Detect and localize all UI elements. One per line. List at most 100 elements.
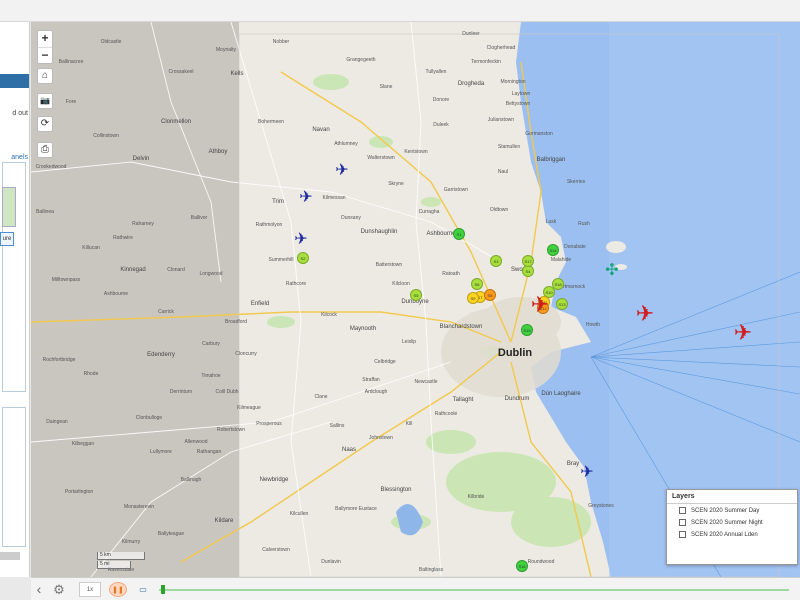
scale-mi: 5 mi bbox=[97, 561, 131, 569]
place-label: Calverstown bbox=[262, 547, 290, 553]
place-label: Kilcloon bbox=[392, 281, 410, 287]
place-label: Ballivor bbox=[190, 215, 208, 221]
panel-thumbnail bbox=[2, 187, 16, 227]
place-label: Clogherhead bbox=[486, 45, 516, 51]
chevron-left-icon[interactable]: ‹ bbox=[35, 582, 43, 597]
monitor-marker[interactable]: S6 bbox=[471, 278, 483, 290]
place-label: Greystones bbox=[588, 503, 614, 509]
monitor-marker[interactable]: S2 bbox=[297, 252, 309, 264]
layer-toggle[interactable]: SCEN 2020 Annual Lden bbox=[667, 528, 797, 540]
monitor-marker[interactable]: S14 bbox=[547, 244, 559, 256]
monitor-marker[interactable]: S1 bbox=[453, 228, 465, 240]
monitor-marker[interactable]: S9 bbox=[467, 292, 479, 304]
place-label: Walterstown bbox=[367, 155, 395, 161]
place-label: Laytown bbox=[511, 91, 531, 97]
timeline-handle[interactable] bbox=[161, 585, 165, 594]
aircraft-icon[interactable]: ✈ bbox=[734, 322, 752, 344]
place-label: Ballinea bbox=[36, 209, 54, 215]
place-label: Rathcore bbox=[285, 281, 307, 287]
aircraft-icon[interactable]: ✈ bbox=[299, 190, 312, 206]
pause-button[interactable]: ❚❚ bbox=[109, 582, 127, 597]
place-label: Clane bbox=[314, 394, 328, 400]
place-label: Kildare bbox=[214, 518, 234, 524]
aircraft-icon[interactable]: ✈ bbox=[636, 303, 654, 325]
place-label: Termonfeckin bbox=[471, 59, 501, 65]
helicopter-icon[interactable]: ✣ bbox=[605, 263, 618, 279]
place-label: Ardclough bbox=[364, 389, 388, 395]
place-label: Dunsany bbox=[341, 215, 361, 221]
place-label: Celbridge bbox=[374, 359, 396, 365]
aircraft-icon[interactable]: ✈ bbox=[335, 163, 348, 179]
monitor-marker[interactable]: S17 bbox=[522, 255, 534, 267]
place-label: Ashbourne bbox=[426, 231, 456, 237]
layer-toggle[interactable]: SCEN 2020 Summer Night bbox=[667, 516, 797, 528]
place-label: Oldtown bbox=[489, 207, 509, 213]
place-label: Tallaght bbox=[452, 397, 474, 403]
place-label: Kilcullen bbox=[289, 511, 309, 517]
layer-checkbox[interactable] bbox=[679, 519, 686, 526]
monitor-marker[interactable]: S16 bbox=[516, 560, 528, 572]
place-label: Oldcastle bbox=[100, 39, 122, 45]
camera-icon[interactable]: 📷 bbox=[37, 93, 53, 109]
place-label: Longwood bbox=[199, 271, 223, 277]
left-side-panel: d out anels ure bbox=[0, 22, 30, 577]
monitor-marker[interactable]: S18 bbox=[552, 278, 564, 290]
panel-text-fragment-2[interactable]: anels bbox=[0, 154, 29, 161]
layer-checkbox[interactable] bbox=[679, 507, 686, 514]
home-icon[interactable]: ⌂ bbox=[37, 68, 53, 84]
place-label: Kells bbox=[230, 71, 244, 77]
place-label: Clonmellon bbox=[160, 119, 192, 125]
aircraft-icon[interactable]: ✈ bbox=[531, 294, 549, 316]
place-label: Killucan bbox=[82, 245, 100, 251]
place-label: Nobber bbox=[272, 39, 290, 45]
scale-bar: 5 km 5 mi bbox=[97, 552, 145, 570]
place-label: Rathwire bbox=[113, 235, 133, 241]
place-label: Ballinagh bbox=[180, 477, 202, 483]
place-label: Enfield bbox=[250, 301, 270, 307]
place-label: Dunlavin bbox=[321, 559, 341, 565]
panel-scrollbar[interactable] bbox=[0, 552, 20, 560]
monitor-marker[interactable]: S13 bbox=[556, 298, 568, 310]
place-label: Derrinturn bbox=[169, 389, 193, 395]
place-label: Ballinacree bbox=[58, 59, 84, 65]
monitor-marker[interactable]: S5 bbox=[410, 289, 422, 301]
monitor-marker[interactable]: S8 bbox=[484, 289, 496, 301]
monitor-marker[interactable]: S3 bbox=[490, 255, 502, 267]
aircraft-icon[interactable]: ✈ bbox=[294, 232, 307, 248]
place-label: Mornington bbox=[500, 79, 526, 85]
place-label: Ratoath bbox=[442, 271, 460, 277]
zoom-in-button[interactable]: + bbox=[38, 31, 52, 47]
layer-toggle[interactable]: SCEN 2020 Summer Day bbox=[667, 504, 797, 516]
monitor-marker[interactable]: S15 bbox=[521, 324, 533, 336]
refresh-icon[interactable]: ⟳ bbox=[37, 116, 53, 132]
place-label: Kilmessan bbox=[322, 195, 346, 201]
place-label: Dunleer bbox=[462, 31, 480, 37]
place-label: Straffan bbox=[362, 377, 380, 383]
timeline-track[interactable] bbox=[159, 589, 789, 591]
place-label: Kilbeggan bbox=[71, 441, 95, 447]
place-label: Clonbulloge bbox=[135, 415, 163, 421]
place-label: Kilmurry bbox=[121, 539, 141, 545]
place-label: Naas bbox=[341, 447, 357, 453]
place-label: Batterstown bbox=[375, 262, 403, 268]
aircraft-icon[interactable]: ✈ bbox=[580, 465, 593, 481]
place-label: Kilmeague bbox=[237, 405, 261, 411]
place-label: Baltinglass bbox=[418, 567, 444, 573]
panel-button[interactable]: ure bbox=[0, 232, 14, 246]
map-view[interactable]: Dublin Navan Trim Drogheda Balbriggan Sk… bbox=[31, 22, 800, 577]
playback-speed-select[interactable]: 1x bbox=[79, 582, 101, 597]
zoom-out-button[interactable]: − bbox=[38, 47, 52, 63]
place-label: Dublin bbox=[497, 347, 533, 359]
place-label: Prosperous bbox=[256, 421, 282, 427]
monitor-icon[interactable]: ▭ bbox=[137, 582, 149, 597]
gear-icon[interactable]: ⚙ bbox=[51, 582, 67, 597]
layer-label: SCEN 2020 Summer Day bbox=[691, 507, 760, 514]
place-label: Bray bbox=[566, 461, 580, 467]
layer-checkbox[interactable] bbox=[679, 531, 686, 538]
lambay-island bbox=[606, 241, 626, 253]
place-label: Navan bbox=[312, 127, 330, 133]
place-label: Dunshaughlin bbox=[360, 229, 398, 235]
place-label: Carbury bbox=[202, 341, 220, 347]
place-label: Malahide bbox=[550, 257, 572, 263]
print-icon[interactable]: ⎙ bbox=[37, 142, 53, 158]
